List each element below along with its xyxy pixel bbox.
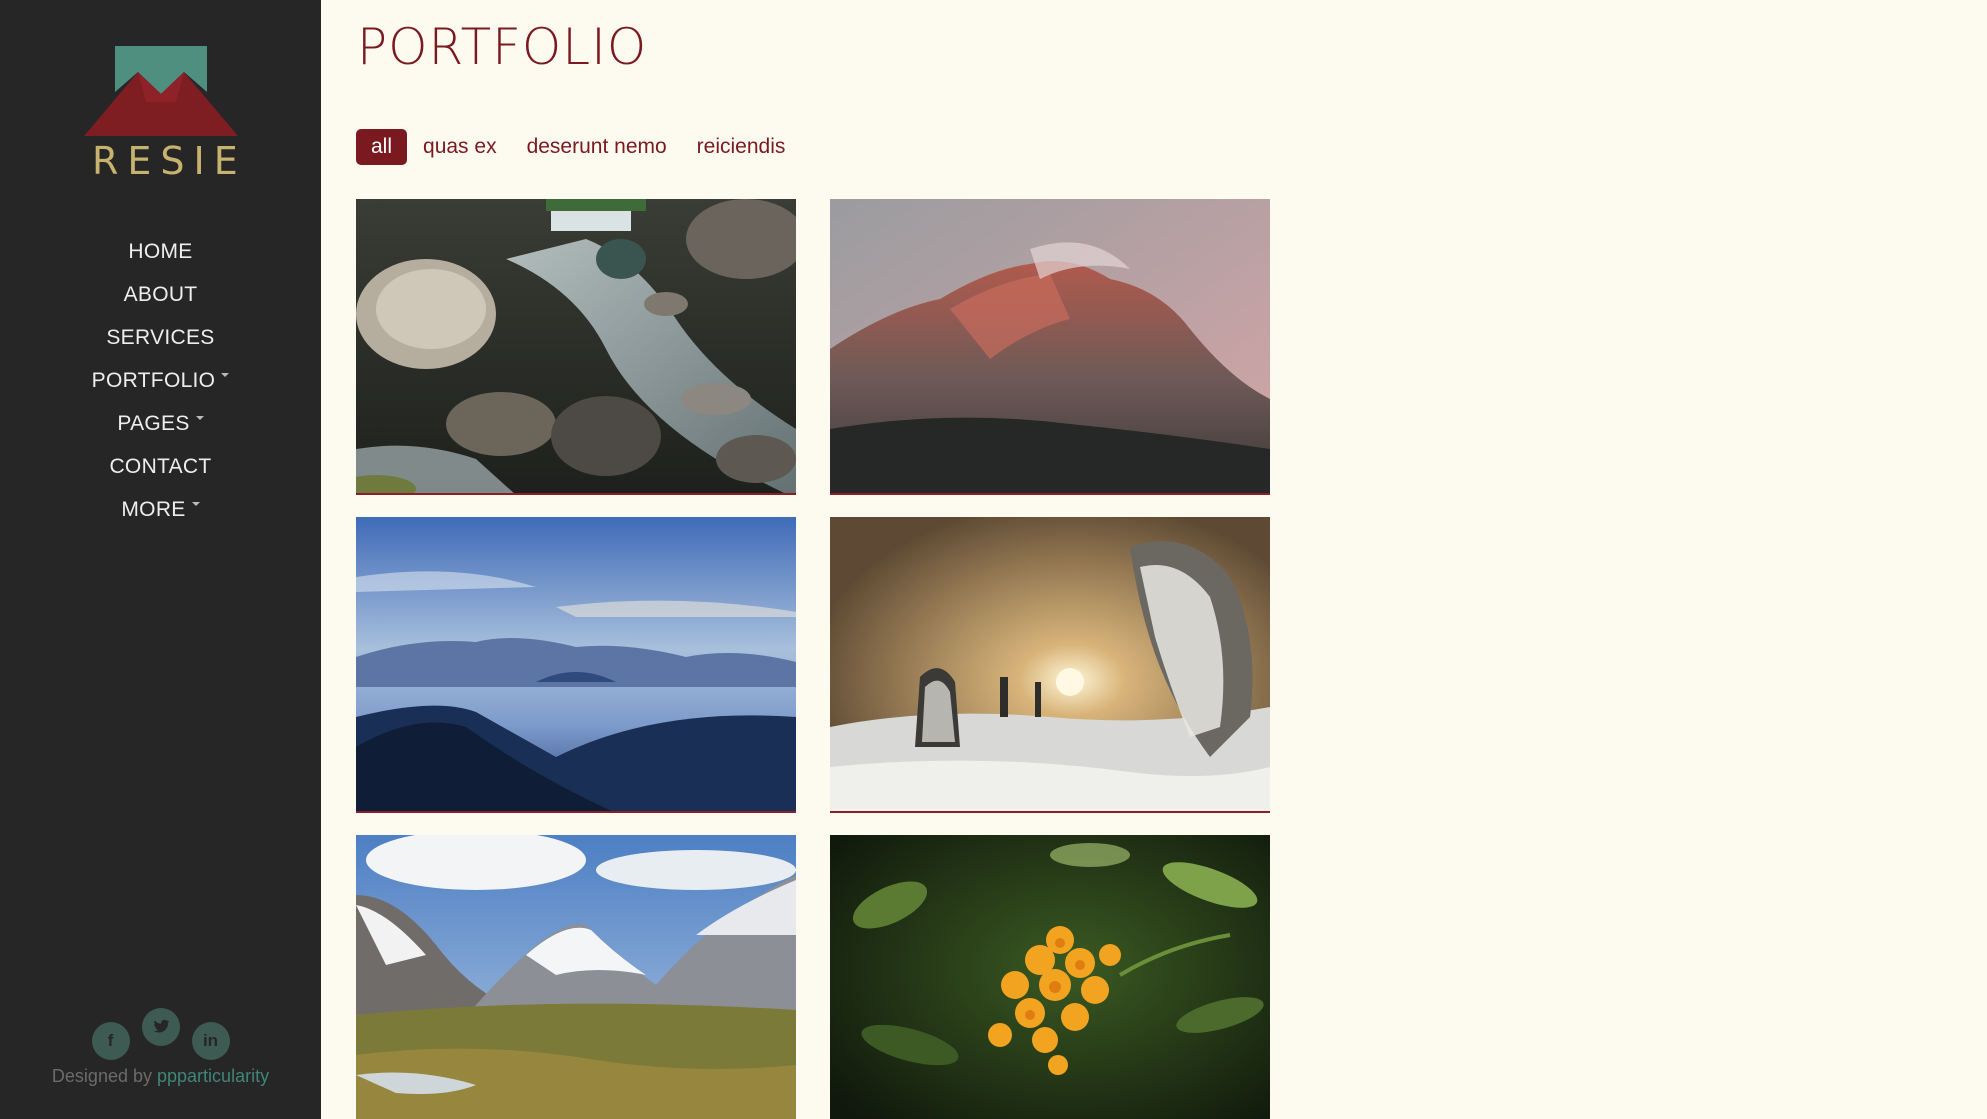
- orange-orchid-image: [830, 835, 1270, 1119]
- portfolio-item-alpine-valley[interactable]: [356, 835, 796, 1119]
- portfolio-item-orange-orchid[interactable]: [830, 835, 1270, 1119]
- portfolio-item-red-mountain[interactable]: [830, 199, 1270, 495]
- sidebar: RESIE HOME ABOUT SERVICES PORTFOLIO PAGE…: [0, 0, 321, 1119]
- main-nav: HOME ABOUT SERVICES PORTFOLIO PAGES CONT…: [0, 230, 321, 531]
- nav-item-label: HOME: [128, 240, 193, 263]
- nav-item-pages[interactable]: PAGES: [0, 402, 321, 445]
- filter-all[interactable]: all: [356, 129, 408, 165]
- brand-name: RESIE: [92, 139, 247, 183]
- snow-forest-image: [830, 517, 1270, 811]
- footer-credit: Designed by ppparticularity: [0, 1066, 321, 1087]
- nav-item-more[interactable]: MORE: [0, 488, 321, 531]
- social-links: f in: [0, 1008, 321, 1060]
- nav-item-label: ABOUT: [123, 283, 198, 306]
- nav-item-label: SERVICES: [106, 326, 215, 349]
- caret-down-icon: [221, 373, 230, 377]
- caret-down-icon: [191, 502, 200, 506]
- nav-item-portfolio[interactable]: PORTFOLIO: [0, 359, 321, 402]
- linkedin-icon[interactable]: in: [191, 1022, 230, 1060]
- river-rocks-image: [356, 199, 796, 493]
- nav-item-label: PAGES: [117, 412, 190, 435]
- caret-down-icon: [195, 416, 204, 420]
- portfolio-item-snow-forest[interactable]: [830, 517, 1270, 813]
- filter-quas-ex[interactable]: quas ex: [423, 129, 497, 165]
- nav-item-label: CONTACT: [109, 455, 212, 478]
- page-title: PORTFOLIO: [357, 18, 648, 76]
- nav-item-label: MORE: [121, 498, 186, 521]
- nav-item-home[interactable]: HOME: [0, 230, 321, 273]
- credit-prefix: Designed by: [51, 1066, 152, 1086]
- nav-item-label: PORTFOLIO: [91, 369, 216, 392]
- red-mountain-image: [830, 199, 1270, 493]
- alpine-valley-image: [356, 835, 796, 1119]
- twitter-icon[interactable]: [141, 1008, 180, 1046]
- logo[interactable]: RESIE: [84, 42, 247, 183]
- mountain-logo-icon: [84, 46, 238, 136]
- filter-reiciendis[interactable]: reiciendis: [697, 129, 786, 165]
- portfolio-item-blue-mountains[interactable]: [356, 517, 796, 813]
- filter-deserunt-nemo[interactable]: deserunt nemo: [527, 129, 667, 165]
- credit-link[interactable]: ppparticularity: [157, 1066, 269, 1086]
- portfolio-item-river-rocks[interactable]: [356, 199, 796, 495]
- facebook-icon[interactable]: f: [91, 1022, 130, 1060]
- nav-item-services[interactable]: SERVICES: [0, 316, 321, 359]
- blue-mountains-image: [356, 517, 796, 811]
- nav-item-about[interactable]: ABOUT: [0, 273, 321, 316]
- nav-item-contact[interactable]: CONTACT: [0, 445, 321, 488]
- portfolio-filters: all quas ex deserunt nemo reiciendis: [356, 129, 815, 165]
